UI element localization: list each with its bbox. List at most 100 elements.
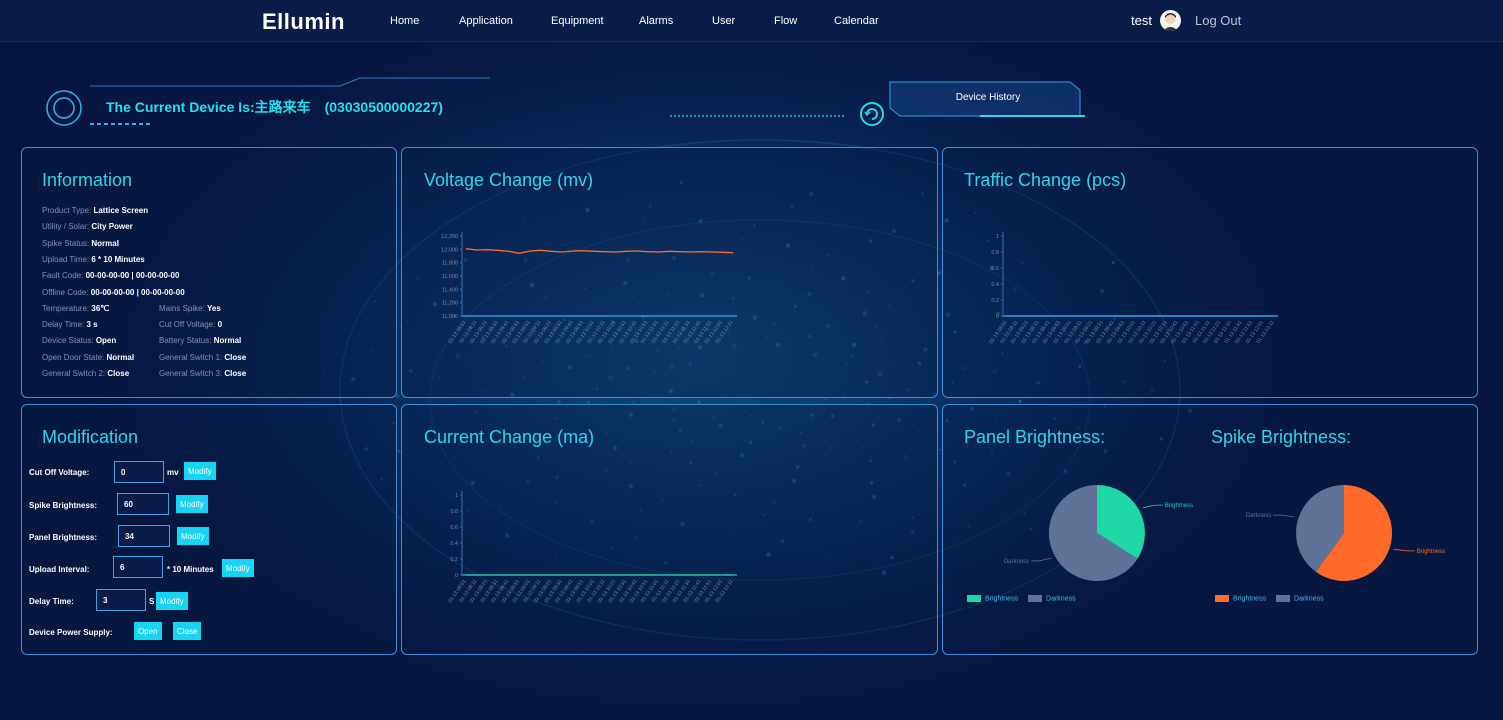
y-tick-label: 0.2	[991, 298, 999, 304]
y-tick-label: 0	[455, 573, 458, 579]
spike-brightness-legend: Brightness Darkness	[1215, 595, 1324, 602]
info-value: Normal	[106, 352, 135, 362]
power-close-button[interactable]: Close	[173, 622, 202, 640]
nav-calendar[interactable]: Calendar	[834, 15, 879, 27]
cut-off-voltage-modify-button[interactable]: Modify	[184, 462, 216, 480]
info-value: City Power	[91, 222, 133, 232]
nav-application[interactable]: Application	[459, 15, 513, 27]
nav-flow[interactable]: Flow	[774, 15, 797, 27]
info-label: General Switch 2:	[42, 369, 106, 378]
y-tick-label: 12,000	[441, 247, 458, 253]
legend-darkness[interactable]: Darkness	[1046, 595, 1076, 602]
info-label: Temperature:	[42, 303, 90, 313]
info-label: Battery Status:	[159, 336, 212, 346]
legend-swatch-brightness	[967, 595, 981, 602]
current-panel: Current Change (ma) 0 0.2 0.4 0.6 0.8 1 01-13 …	[401, 404, 938, 655]
info-value: Close	[224, 369, 247, 378]
y-tick-label: 0.8	[450, 509, 458, 515]
info-label: General Switch 1:	[159, 352, 223, 362]
info-label: Product Type:	[42, 206, 92, 215]
info-label: Open Door State:	[42, 352, 105, 362]
delay-time-unit: S	[149, 597, 155, 606]
pie-label: Darkness	[1246, 513, 1271, 519]
username: test	[1131, 13, 1152, 28]
info-label: Utility / Solar:	[42, 222, 90, 232]
refresh-icon[interactable]	[859, 101, 885, 127]
delay-time-label: Delay Time:	[29, 597, 74, 606]
spike-brightness-input[interactable]	[117, 493, 169, 515]
panel-brightness-input[interactable]	[118, 525, 170, 547]
nav-user[interactable]: User	[712, 15, 735, 27]
y-tick-label: 0.4	[450, 541, 458, 547]
spike-brightness-label: Spike Brightness:	[29, 501, 98, 510]
current-chart: 00.20.40.60.8101-13 08:0101-13 08:1101-1…	[447, 491, 737, 604]
series-line	[465, 248, 734, 254]
info-row: General Switch 2: Close	[42, 369, 129, 378]
info-row: Utility / Solar: City Power	[42, 222, 133, 231]
spike-brightness-title: Spike Brightness:	[1211, 427, 1352, 447]
info-value: 00-00-00-00 | 00-00-00-00	[85, 271, 180, 281]
upload-interval-input[interactable]	[113, 556, 163, 578]
info-value: Normal	[213, 336, 242, 346]
upload-interval-modify-button[interactable]: Modify	[222, 559, 254, 577]
delay-time-input[interactable]	[96, 589, 146, 611]
y-tick-label: 0	[996, 314, 999, 320]
info-value: Yes	[207, 303, 221, 313]
info-row: Product Type: Lattice Screen	[42, 206, 148, 215]
y-tick-label: 0.6	[450, 525, 458, 531]
app-logo[interactable]: Ellumin	[262, 9, 345, 35]
traffic-title: Traffic Change (pcs)	[964, 170, 1127, 190]
info-label: Device Status:	[42, 336, 94, 346]
nav-equipment[interactable]: Equipment	[551, 15, 604, 27]
delay-time-modify-button[interactable]: Modify	[156, 592, 188, 610]
info-row: General Switch 1: Close	[159, 353, 246, 362]
legend-brightness[interactable]: Brightness	[985, 595, 1018, 602]
cut-off-voltage-label: Cut Off Voltage:	[29, 468, 90, 477]
info-row: Battery Status: Normal	[159, 336, 241, 345]
pie-label: Darkness	[1004, 559, 1029, 565]
y-tick-label: 0.4	[991, 282, 999, 288]
current-device-title: The Current Device Is:主路来车 (030305000002…	[106, 99, 443, 115]
info-label: Cut Off Voltage:	[159, 320, 216, 330]
legend-darkness[interactable]: Darkness	[1294, 595, 1324, 602]
current-title: Current Change (ma)	[424, 427, 595, 447]
info-value: 3 s	[86, 320, 98, 330]
legend-swatch-darkness	[1028, 595, 1043, 602]
user-avatar-icon[interactable]	[1160, 10, 1181, 31]
device-power-supply-label: Device Power Supply:	[29, 628, 113, 637]
nav-alarms[interactable]: Alarms	[639, 15, 673, 27]
logout-link[interactable]: Log Out	[1195, 13, 1241, 28]
nav-home[interactable]: Home	[390, 15, 419, 27]
y-tick-label: 12,200	[441, 234, 458, 240]
info-value: Lattice Screen	[93, 206, 149, 215]
information-title: Information	[42, 170, 133, 190]
legend-brightness[interactable]: Brightness	[1233, 595, 1266, 602]
power-open-button[interactable]: Open	[134, 622, 162, 640]
info-label: General Switch 3:	[159, 369, 223, 378]
cut-off-voltage-input[interactable]	[114, 461, 164, 483]
y-tick-label: 1	[996, 234, 999, 240]
y-tick-label: 11,800	[442, 261, 458, 267]
device-history-button[interactable]: Device History	[898, 86, 1078, 112]
modification-panel: Modification Cut Off Voltage: mv Modify …	[21, 404, 397, 655]
panel-brightness-modify-button[interactable]: Modify	[177, 527, 209, 545]
info-value: Close	[224, 352, 247, 362]
upload-interval-label: Upload Interval:	[29, 565, 90, 574]
panel-brightness-pie: Brightness Darkness	[1004, 484, 1193, 581]
info-label: Delay Time:	[42, 320, 85, 330]
info-row: Temperature: 36℃	[42, 304, 109, 313]
info-value: Open	[95, 336, 117, 346]
voltage-title: Voltage Change (mv)	[424, 170, 594, 190]
y-tick-label: 0.2	[450, 557, 458, 563]
info-value: Normal	[91, 238, 119, 248]
traffic-panel: Traffic Change (pcs) 0 0.2 0.4 0.6 0.8 1 01-13…	[942, 147, 1478, 398]
info-row: Device Status: Open	[42, 336, 116, 345]
info-label: Offline Code:	[42, 287, 89, 297]
pie-label-line	[1031, 557, 1052, 562]
info-row: Mains Spike: Yes	[159, 304, 221, 313]
info-value: Close	[107, 369, 130, 378]
y-tick-label: 11,200	[442, 301, 458, 307]
spike-brightness-modify-button[interactable]: Modify	[176, 495, 208, 513]
y-tick-label: 11,400	[442, 287, 458, 293]
panel-brightness-label: Panel Brightness:	[29, 533, 98, 542]
